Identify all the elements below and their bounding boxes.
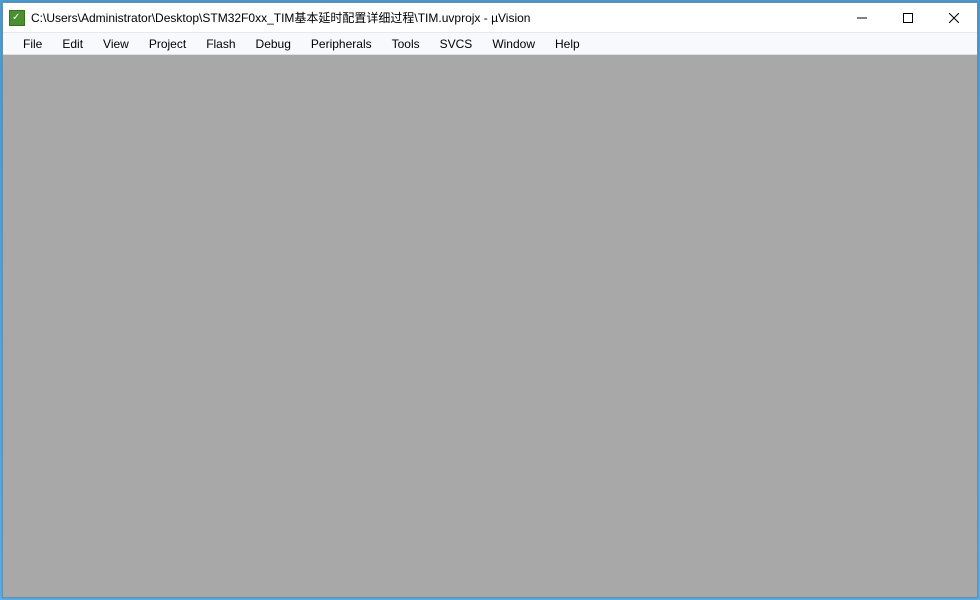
maximize-icon (903, 13, 913, 23)
maximize-button[interactable] (885, 3, 931, 32)
menu-peripherals[interactable]: Peripherals (301, 33, 382, 54)
minimize-icon (857, 13, 867, 23)
minimize-button[interactable] (839, 3, 885, 32)
window-controls (839, 3, 977, 32)
menu-help[interactable]: Help (545, 33, 590, 54)
menu-file[interactable]: File (13, 33, 52, 54)
app-icon (9, 10, 25, 26)
workspace-area (3, 55, 977, 597)
menu-flash[interactable]: Flash (196, 33, 245, 54)
window-title: C:\Users\Administrator\Desktop\STM32F0xx… (31, 9, 839, 26)
close-button[interactable] (931, 3, 977, 32)
menubar: File Edit View Project Flash Debug Perip… (3, 33, 977, 55)
menu-project[interactable]: Project (139, 33, 196, 54)
application-window: C:\Users\Administrator\Desktop\STM32F0xx… (2, 2, 978, 598)
menu-svcs[interactable]: SVCS (430, 33, 483, 54)
close-icon (949, 13, 959, 23)
titlebar[interactable]: C:\Users\Administrator\Desktop\STM32F0xx… (3, 3, 977, 33)
menu-tools[interactable]: Tools (382, 33, 430, 54)
menu-window[interactable]: Window (482, 33, 545, 54)
menu-debug[interactable]: Debug (246, 33, 301, 54)
menu-edit[interactable]: Edit (52, 33, 93, 54)
menu-view[interactable]: View (93, 33, 139, 54)
